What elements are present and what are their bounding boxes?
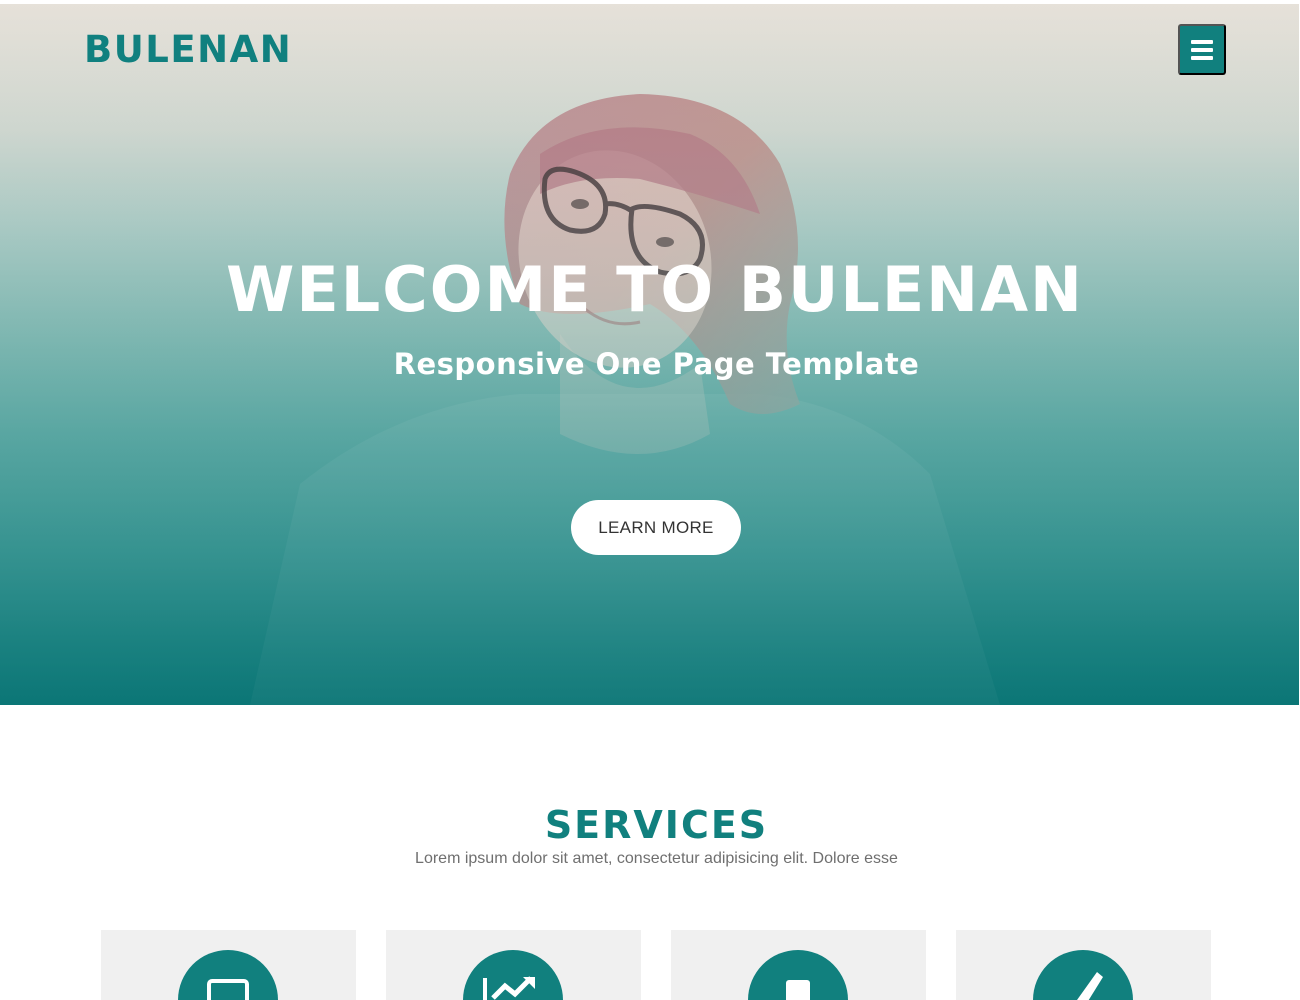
services-subtitle: Lorem ipsum dolor sit amet, consectetur … (415, 850, 898, 867)
hero-subtitle: Responsive One Page Template (393, 347, 920, 381)
service-card-1[interactable] (101, 930, 356, 1000)
hero-title: WELCOME TO BULENAN (226, 253, 1084, 326)
hero-section: BULENAN WELCOME TO BULENAN Responsive On… (0, 4, 1299, 705)
mobile-device-icon (748, 950, 848, 1000)
learn-more-button[interactable]: LEARN MORE (571, 500, 741, 555)
services-title: SERVICES (544, 803, 769, 847)
service-card-2[interactable] (386, 930, 641, 1000)
trending-chart-icon (463, 950, 563, 1000)
laptop-icon (178, 950, 278, 1000)
hamburger-menu-button[interactable] (1178, 24, 1226, 75)
service-card-4[interactable] (956, 930, 1211, 1000)
brand-logo[interactable]: BULENAN (84, 28, 292, 72)
hamburger-menu-icon (1191, 39, 1213, 44)
hamburger-menu-icon-bar (1191, 55, 1213, 60)
paintbrush-icon (1033, 950, 1133, 1000)
service-card-3[interactable] (671, 930, 926, 1000)
hamburger-menu-icon-bar (1191, 47, 1213, 52)
